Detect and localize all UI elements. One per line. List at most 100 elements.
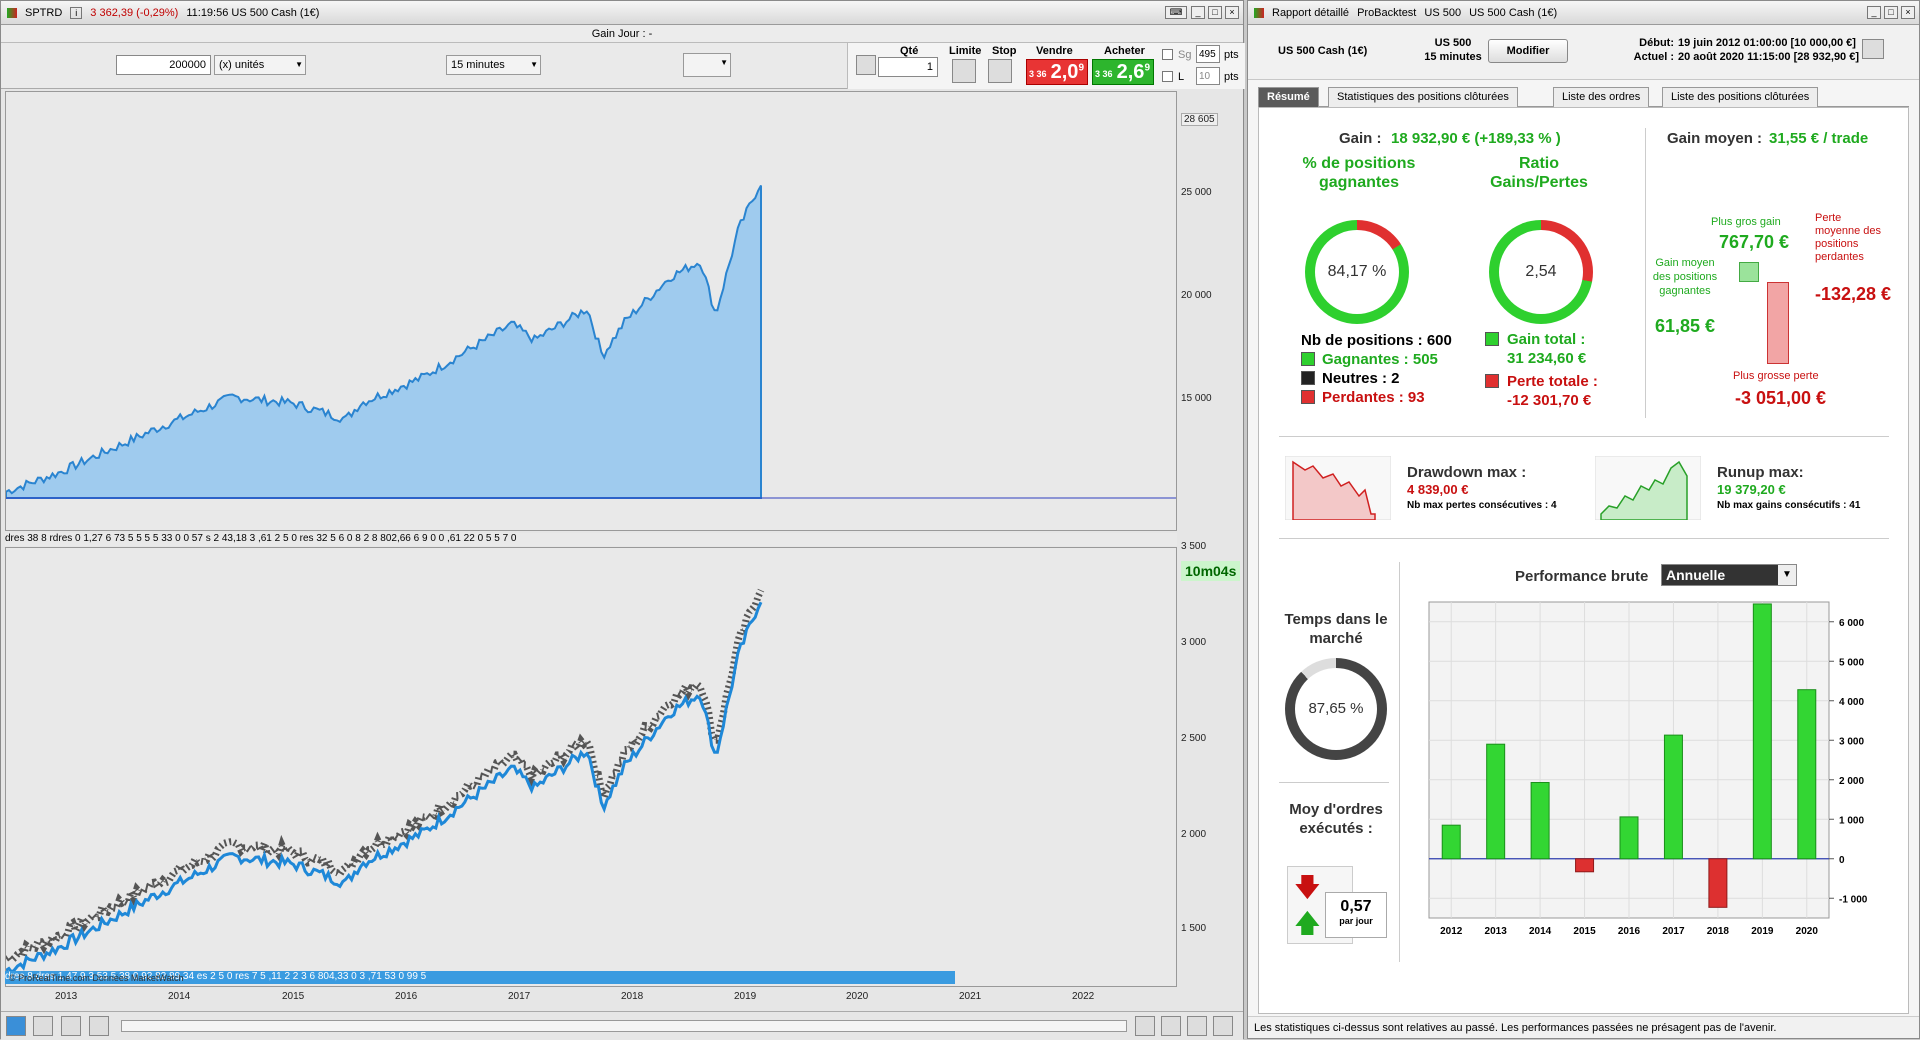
bar bbox=[1619, 816, 1639, 860]
year-label: 2014 bbox=[168, 991, 191, 1002]
draw-icon[interactable] bbox=[1135, 1016, 1155, 1036]
x-tick-label: 2014 bbox=[1529, 926, 1552, 937]
y-tick-label: 5 000 bbox=[1839, 657, 1864, 668]
wrench-icon[interactable] bbox=[856, 55, 876, 75]
print-icon[interactable] bbox=[1862, 39, 1884, 59]
arrow-up-icon: 🡅 bbox=[1294, 908, 1321, 938]
quantity-input[interactable]: 200000 bbox=[116, 55, 211, 75]
keyboard-icon[interactable]: ⌨ bbox=[1165, 6, 1187, 19]
actuel-label: Actuel : bbox=[1633, 51, 1674, 63]
indicator-icon[interactable] bbox=[33, 1016, 53, 1036]
pts-label: pts bbox=[1224, 49, 1239, 61]
price-area-chart[interactable] bbox=[5, 91, 1177, 531]
candle-timer: 10m04s bbox=[1181, 561, 1241, 581]
units-select[interactable]: (x) unités bbox=[214, 55, 306, 75]
close-icon[interactable]: × bbox=[1225, 6, 1239, 19]
report-tabs: Résumé Statistiques des positions clôtur… bbox=[1258, 87, 1909, 107]
close-icon[interactable]: × bbox=[1901, 6, 1915, 19]
report-window: Rapport détaillé ProBacktest US 500 US 5… bbox=[1247, 0, 1920, 1039]
l-checkbox[interactable] bbox=[1162, 71, 1173, 82]
price-change: 3 362,39 (-0,29%) bbox=[90, 6, 179, 19]
zoom-in-icon[interactable] bbox=[1213, 1016, 1233, 1036]
qte-label: Qté bbox=[900, 45, 919, 57]
legend-gagnantes bbox=[1301, 352, 1315, 366]
x-tick-label: 2017 bbox=[1662, 926, 1685, 937]
l-input[interactable]: 10 bbox=[1196, 67, 1220, 85]
y-tick-label: 1 000 bbox=[1839, 815, 1864, 826]
performance-bar-chart: 6 000 5 000 4 000 3 000 2 000 1 000 0 -1 000 201… bbox=[1428, 601, 1868, 937]
moy-unit: par jour bbox=[1339, 916, 1373, 926]
report-header: US 500 Cash (1€) US 500 15 minutes Modif… bbox=[1248, 25, 1919, 80]
area-svg bbox=[5, 185, 1176, 499]
minimize-icon[interactable]: _ bbox=[1191, 6, 1205, 19]
chart-titlebar: SPTRD i 3 362,39 (-0,29%) 11:19:56 US 50… bbox=[1, 1, 1243, 25]
report-title-part: US 500 bbox=[1424, 6, 1462, 19]
perte-totale-label: Perte totale : bbox=[1507, 373, 1598, 390]
vendre-label: Vendre bbox=[1036, 45, 1073, 57]
temps-label: Temps dans le marché bbox=[1284, 611, 1388, 647]
gain-value: 18 932,90 € (+189,33 % ) bbox=[1391, 130, 1561, 147]
gain-moy-pos-label: Gain moyen des positions gagnantes bbox=[1652, 257, 1718, 297]
info-icon[interactable]: i bbox=[70, 6, 83, 19]
axis-tick: 25 000 bbox=[1181, 187, 1212, 198]
bar bbox=[1752, 603, 1772, 860]
zoom-out-icon[interactable] bbox=[1187, 1016, 1207, 1036]
minimize-icon[interactable]: _ bbox=[1867, 6, 1881, 19]
legend-gain-total bbox=[1485, 332, 1499, 346]
instrument-title[interactable]: SPTRD bbox=[25, 7, 62, 19]
perf-select[interactable]: Annuelle ▼ bbox=[1661, 564, 1797, 586]
modify-button[interactable]: Modifier bbox=[1488, 39, 1568, 63]
tab-resume[interactable]: Résumé bbox=[1258, 87, 1319, 107]
summary-panel: Gain : 18 932,90 € (+189,33 % ) % de pos… bbox=[1258, 107, 1909, 1014]
price-sup: 9 bbox=[1144, 62, 1150, 74]
year-label: 2013 bbox=[55, 991, 78, 1002]
axis-tick: 20 000 bbox=[1181, 290, 1212, 301]
report-icon bbox=[1254, 7, 1264, 18]
divider bbox=[1279, 782, 1389, 783]
debut-value: 19 juin 2012 01:00:00 [10 000,00 €] bbox=[1678, 37, 1856, 49]
price-line-chart[interactable] bbox=[4, 547, 1177, 987]
legend-perte-totale bbox=[1485, 374, 1499, 388]
sg-checkbox[interactable] bbox=[1162, 49, 1173, 60]
x-tick-label: 2016 bbox=[1618, 926, 1641, 937]
qte-input[interactable]: 1 bbox=[878, 57, 938, 77]
tab-statistiques[interactable]: Statistiques des positions clôturées bbox=[1328, 87, 1518, 107]
perte-moy-value: -132,28 € bbox=[1815, 284, 1892, 304]
year-label: 2017 bbox=[508, 991, 531, 1002]
x-tick-label: 2020 bbox=[1796, 926, 1819, 937]
chart-type-icon[interactable] bbox=[683, 53, 731, 77]
buy-button[interactable]: 3 36 2,69 bbox=[1092, 59, 1154, 85]
limit-order-icon[interactable] bbox=[952, 59, 976, 83]
price-line bbox=[5, 601, 763, 975]
tab-liste-positions[interactable]: Liste des positions clôturées bbox=[1662, 87, 1819, 107]
report-title-part: US 500 Cash (1€) bbox=[1469, 6, 1558, 19]
maximize-icon[interactable]: □ bbox=[1884, 6, 1898, 19]
actuel-value: 20 août 2020 11:15:00 [28 932,90 €] bbox=[1678, 51, 1860, 63]
horizontal-scrollbar[interactable] bbox=[121, 1020, 1127, 1032]
settings-icon[interactable] bbox=[61, 1016, 81, 1036]
temps-gauge: 87,65 % bbox=[1285, 658, 1387, 760]
pct-title: % de positions gagnantes bbox=[1302, 155, 1416, 191]
instrument-code: US 500 bbox=[1434, 37, 1472, 49]
stop-order-icon[interactable] bbox=[988, 59, 1012, 83]
neutres: Neutres : 2 bbox=[1322, 370, 1400, 387]
tab-liste-ordres[interactable]: Liste des ordres bbox=[1553, 87, 1650, 107]
year-label: 2018 bbox=[621, 991, 644, 1002]
runup-sparkline bbox=[1595, 456, 1701, 520]
list-icon[interactable] bbox=[89, 1016, 109, 1036]
gain-total-label: Gain total : bbox=[1507, 331, 1586, 348]
sell-button[interactable]: 3 36 2,09 bbox=[1026, 59, 1088, 85]
sg-input[interactable]: 495 bbox=[1196, 45, 1220, 63]
year-label: 2015 bbox=[282, 991, 305, 1002]
moy-label: Moy d'ordres exécutés : bbox=[1289, 801, 1383, 837]
axis-tick: 1 500 bbox=[1181, 923, 1207, 934]
zoom-area-icon[interactable] bbox=[1161, 1016, 1181, 1036]
x-tick-label: 2019 bbox=[1751, 926, 1774, 937]
ratio-value: 2,54 bbox=[1499, 230, 1583, 314]
moy-value: 0,57 bbox=[1340, 898, 1372, 915]
maximize-icon[interactable]: □ bbox=[1208, 6, 1222, 19]
buy-price: 2,69 bbox=[1116, 61, 1150, 83]
share-icon[interactable] bbox=[6, 1016, 26, 1036]
timeframe-select[interactable]: 15 minutes bbox=[446, 55, 541, 75]
perf-select-value: Annuelle bbox=[1666, 567, 1726, 583]
